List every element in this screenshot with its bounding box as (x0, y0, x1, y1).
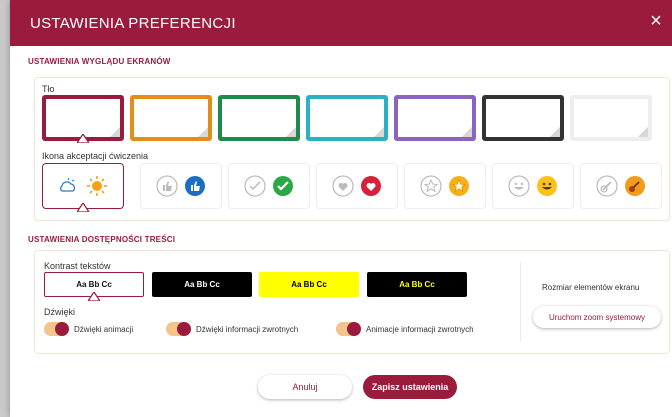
icon-option-star[interactable] (404, 163, 486, 209)
zoom-label: Rozmiar elementów ekranu (542, 283, 640, 292)
background-option-6[interactable] (482, 95, 564, 141)
heart-icon (361, 176, 381, 196)
background-option-5[interactable] (394, 95, 476, 141)
toggle-label: Dźwięki informacji zwrotnych (196, 324, 299, 334)
access-section-panel (34, 250, 670, 354)
dialog-header: USTAWIENIA PREFERENCJI × (10, 0, 672, 46)
sounds-label: Dźwięki (44, 307, 76, 317)
thumbs-up-outline-icon (156, 175, 178, 197)
preferences-dialog: USTAWIENIA PREFERENCJI × USTAWIENIA WYGL… (10, 0, 672, 417)
icon-option-smiley[interactable] (492, 163, 574, 209)
contrast-option-1-text: Aa Bb Cc (76, 280, 112, 289)
zoom-divider (520, 262, 521, 342)
toggle-label: Dźwięki animacji (74, 324, 134, 334)
contrast-option-2[interactable]: Aa Bb Cc (152, 272, 252, 297)
toggle-animation-sounds[interactable]: Dźwięki animacji (44, 322, 133, 336)
selected-marker-icon (77, 203, 89, 212)
close-icon[interactable]: × (646, 11, 666, 32)
check-icon (273, 176, 293, 196)
icon-option-thumbs[interactable] (140, 163, 222, 209)
check-outline-icon (244, 175, 266, 197)
star-icon (449, 176, 469, 196)
contrast-option-3[interactable]: Aa Bb Cc (259, 272, 359, 297)
background-option-3[interactable] (218, 95, 300, 141)
toggle-switch[interactable] (336, 322, 361, 336)
toggle-feedback-sounds[interactable]: Dźwięki informacji zwrotnych (166, 322, 298, 336)
smiley-outline-icon (508, 175, 530, 197)
star-outline-icon (420, 175, 442, 197)
contrast-option-3-text: Aa Bb Cc (291, 280, 327, 289)
icon-option-heart[interactable] (316, 163, 398, 209)
system-zoom-button[interactable]: Uruchom zoom systemowy (533, 306, 661, 328)
cancel-button[interactable]: Anuluj (258, 375, 352, 399)
acceptance-icon-label: Ikona akceptacji ćwiczenia (42, 151, 149, 161)
cloud-sun-icon (60, 177, 76, 192)
guitar-outline-icon (596, 175, 618, 197)
background-option-7[interactable] (570, 95, 652, 141)
icon-option-check[interactable] (228, 163, 310, 209)
screen-section-title: USTAWIENIA WYGLĄDU EKRANÓW (28, 57, 171, 66)
contrast-option-2-text: Aa Bb Cc (184, 280, 220, 289)
toggle-label: Animacje informacji zwrotnych (366, 324, 474, 334)
toggle-switch[interactable] (166, 322, 191, 336)
heart-outline-icon (332, 175, 354, 197)
access-section-title: USTAWIENIA DOSTĘPNOŚCI TREŚCI (28, 235, 176, 244)
guitar-icon (625, 176, 645, 196)
contrast-option-4[interactable]: Aa Bb Cc (367, 272, 467, 297)
toggle-switch[interactable] (44, 322, 69, 336)
smiley-icon (537, 176, 557, 196)
sun-icon (87, 176, 107, 196)
background-label: Tło (42, 84, 55, 94)
icon-option-guitar[interactable] (580, 163, 662, 209)
contrast-option-4-text: Aa Bb Cc (399, 280, 435, 289)
save-button[interactable]: Zapisz ustawienia (363, 375, 457, 399)
background-option-4[interactable] (306, 95, 388, 141)
background-option-2[interactable] (130, 95, 212, 141)
dialog-title: USTAWIENIA PREFERENCJI (30, 14, 236, 32)
thumbs-up-icon (185, 176, 205, 196)
contrast-label: Kontrast tekstów (44, 261, 111, 271)
selected-marker-icon (77, 134, 89, 143)
toggle-feedback-animations[interactable]: Animacje informacji zwrotnych (336, 322, 474, 336)
selected-marker-icon (88, 292, 100, 301)
